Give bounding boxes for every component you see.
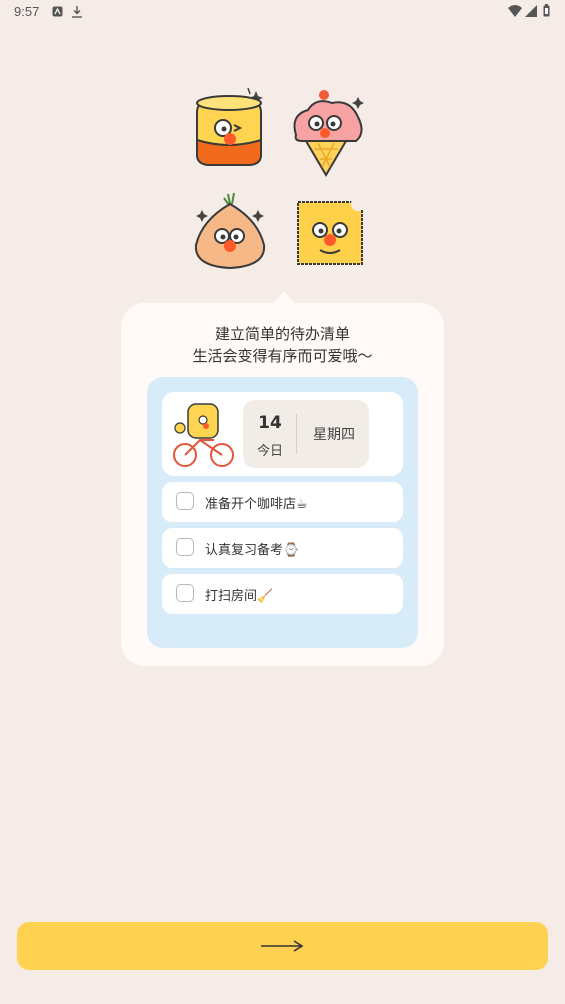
todo-checkbox[interactable] [176, 538, 194, 556]
todo-label: 准备开个咖啡店☕ [205, 497, 308, 512]
weekday-label: 星期四 [313, 427, 355, 443]
can-mascot-icon [196, 87, 263, 166]
status-time: 9:57 [14, 4, 40, 19]
intro-card: 建立简单的待办清单 生活会变得有序而可爱哦～ 14 今日 星期四 准备开个咖啡店… [121, 303, 444, 666]
today-label: 今日 [256, 444, 283, 459]
date-card: 14 今日 星期四 [162, 392, 403, 476]
todo-label: 打扫房间🧹 [205, 589, 274, 604]
biscuit-mascot-icon [297, 197, 365, 265]
wifi-icon [508, 5, 522, 17]
bicycle-mascot-icon [173, 403, 234, 467]
battery-icon [543, 4, 550, 17]
date-day: 14 [258, 413, 282, 433]
ice-cream-mascot-icon [293, 90, 364, 177]
date-divider [296, 414, 297, 454]
notification-app-icon [52, 6, 63, 17]
status-bar: 9:57 [0, 0, 565, 24]
date-pill: 14 今日 星期四 [243, 400, 369, 468]
todo-item[interactable]: 打扫房间🧹 [162, 574, 403, 614]
tagline-line-1: 建立简单的待办清单 [214, 325, 350, 343]
onion-mascot-icon [194, 192, 266, 270]
todo-checkbox[interactable] [176, 584, 194, 602]
signal-icon [525, 5, 537, 17]
arrow-right-icon [261, 940, 304, 952]
todo-label: 认真复习备考⌚ [205, 543, 300, 558]
tagline-line-2: 生活会变得有序而可爱哦～ [192, 347, 373, 365]
todo-item[interactable]: 认真复习备考⌚ [162, 528, 403, 568]
todo-checkbox[interactable] [176, 492, 194, 510]
todo-preview-panel: 14 今日 星期四 准备开个咖啡店☕ 认真复习备考⌚ 打扫房间🧹 [147, 377, 418, 648]
next-button[interactable] [17, 922, 548, 970]
mascot-illustrations [0, 80, 565, 280]
download-icon [72, 6, 82, 18]
todo-item[interactable]: 准备开个咖啡店☕ [162, 482, 403, 522]
